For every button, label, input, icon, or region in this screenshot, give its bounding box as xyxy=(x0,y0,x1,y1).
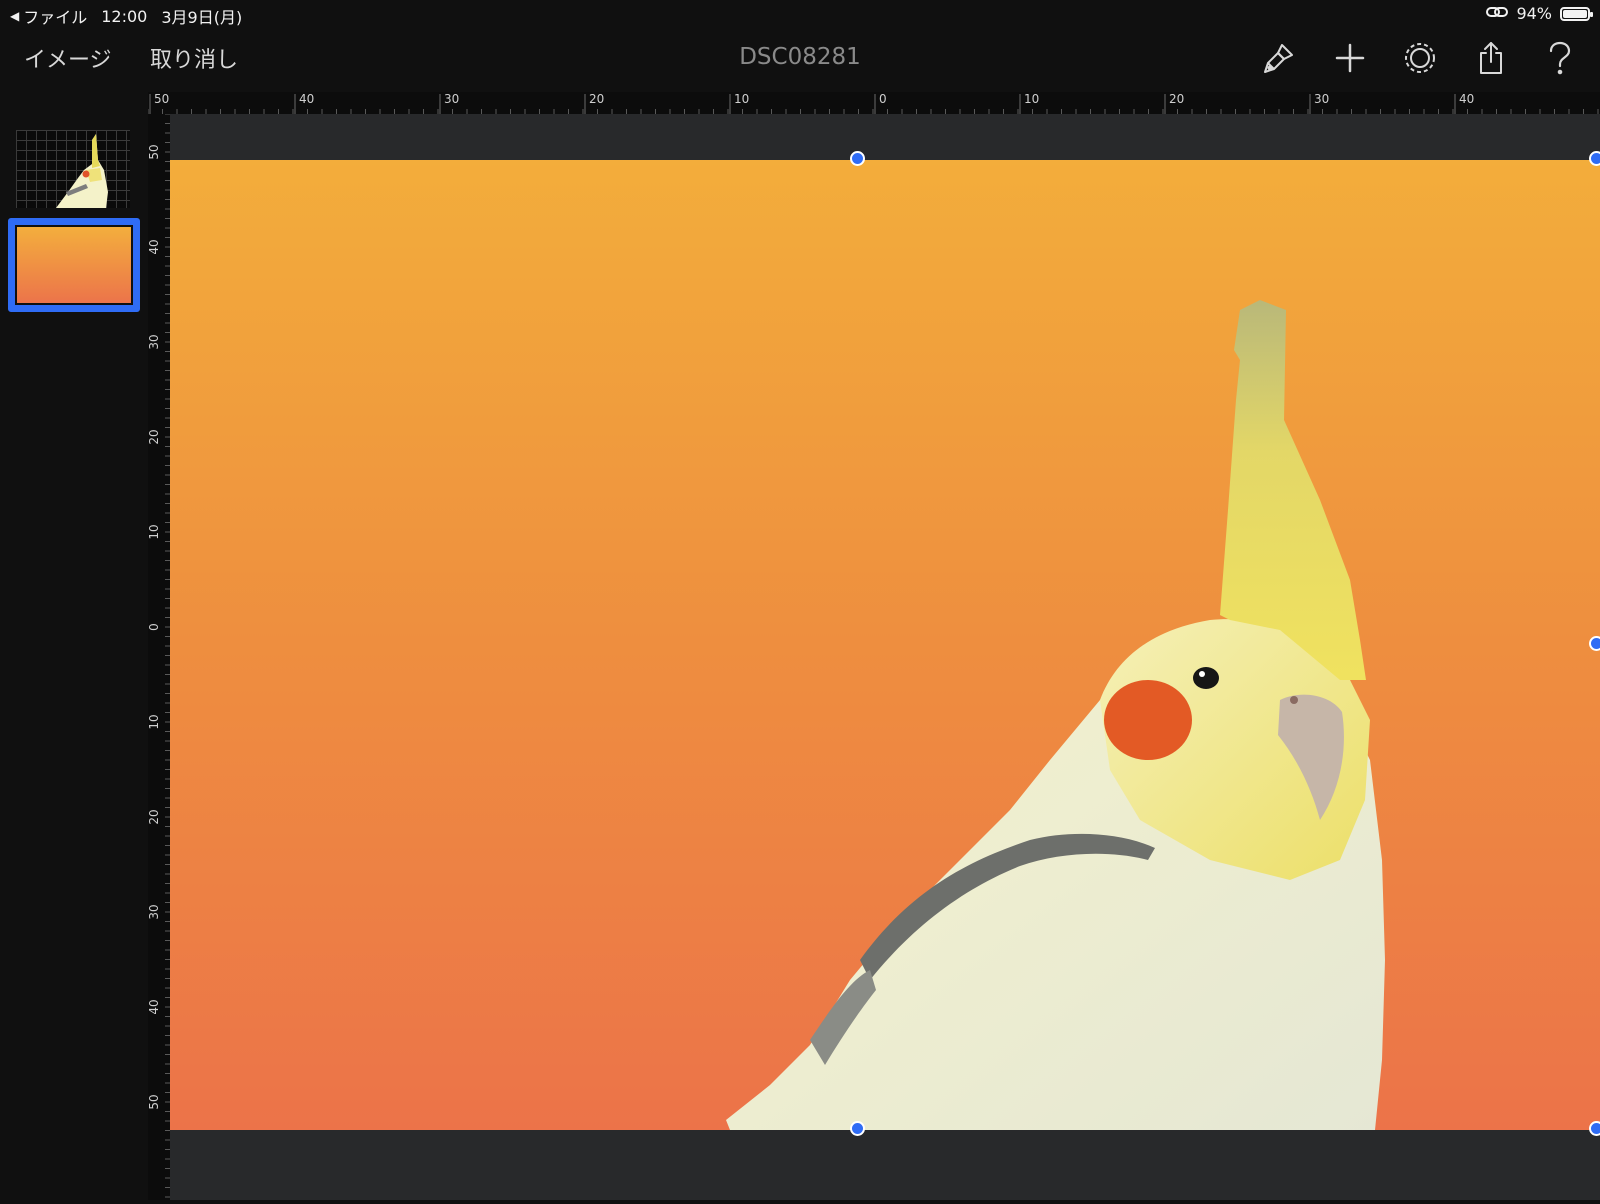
battery-icon xyxy=(1560,6,1593,21)
vertical-ruler[interactable]: 50 40 30 20 10 0 10 20 30 40 50 xyxy=(147,113,170,1200)
image-button[interactable]: イメージ xyxy=(24,42,112,74)
ruler-label: 10 xyxy=(1024,92,1039,106)
ruler-label: 50 xyxy=(148,1094,161,1109)
ruler-label: 40 xyxy=(299,92,314,106)
ruler-label: 20 xyxy=(148,429,161,444)
share-icon[interactable] xyxy=(1471,38,1511,78)
plus-icon[interactable] xyxy=(1330,38,1370,78)
resize-handle-top-right[interactable] xyxy=(1589,151,1600,166)
ruler-label: 50 xyxy=(154,92,169,106)
ruler-label: 40 xyxy=(1459,92,1474,106)
resize-handle-bottom-right[interactable] xyxy=(1589,1121,1600,1136)
resize-handle-top[interactable] xyxy=(850,151,865,166)
status-time: 12:00 xyxy=(101,6,148,26)
ruler-label: 20 xyxy=(1169,92,1184,106)
cockatiel-cutout-image xyxy=(726,300,1385,1130)
horizontal-ruler[interactable]: 50 40 30 20 10 0 10 20 30 40 xyxy=(147,92,1600,114)
ruler-label: 30 xyxy=(148,904,161,919)
ruler-label: 20 xyxy=(148,809,161,824)
help-icon[interactable] xyxy=(1540,38,1580,78)
gear-icon[interactable] xyxy=(1400,38,1440,78)
ruler-label: 40 xyxy=(148,999,161,1014)
ruler-label: 10 xyxy=(148,524,161,539)
ruler-label: 30 xyxy=(148,334,161,349)
ruler-label: 30 xyxy=(444,92,459,106)
back-label: ファイル xyxy=(23,8,88,27)
paintbrush-icon[interactable] xyxy=(1259,38,1299,78)
ruler-label: 50 xyxy=(148,144,161,159)
status-bar: ◀ ファイル 12:00 3月9日(月) 94% xyxy=(0,0,1600,28)
ruler-label: 40 xyxy=(148,239,161,254)
ruler-label: 10 xyxy=(148,714,161,729)
back-to-files-link[interactable]: ◀ ファイル xyxy=(10,4,87,28)
ruler-label: 10 xyxy=(734,92,749,106)
status-date: 3月9日(月) xyxy=(161,8,243,27)
gradient-thumbnail-image xyxy=(17,227,131,303)
undo-button[interactable]: 取り消し xyxy=(150,42,238,74)
layers-sidebar xyxy=(0,114,148,1200)
resize-handle-bottom[interactable] xyxy=(850,1121,865,1136)
cockatiel-thumbnail-image xyxy=(56,134,108,208)
back-arrow-icon: ◀ xyxy=(10,9,20,23)
link-icon xyxy=(1486,4,1509,23)
layer-thumbnail-gradient[interactable] xyxy=(8,218,140,312)
ruler-label: 0 xyxy=(148,623,161,631)
ruler-label: 0 xyxy=(879,92,887,106)
toolbar: イメージ 取り消し DSC08281 xyxy=(0,28,1600,92)
image-canvas[interactable] xyxy=(170,160,1600,1130)
battery-percent: 94% xyxy=(1516,4,1552,23)
layer-thumbnail-cockatiel[interactable] xyxy=(16,130,130,208)
resize-handle-right[interactable] xyxy=(1589,636,1600,651)
ruler-label: 20 xyxy=(589,92,604,106)
ruler-label: 30 xyxy=(1314,92,1329,106)
